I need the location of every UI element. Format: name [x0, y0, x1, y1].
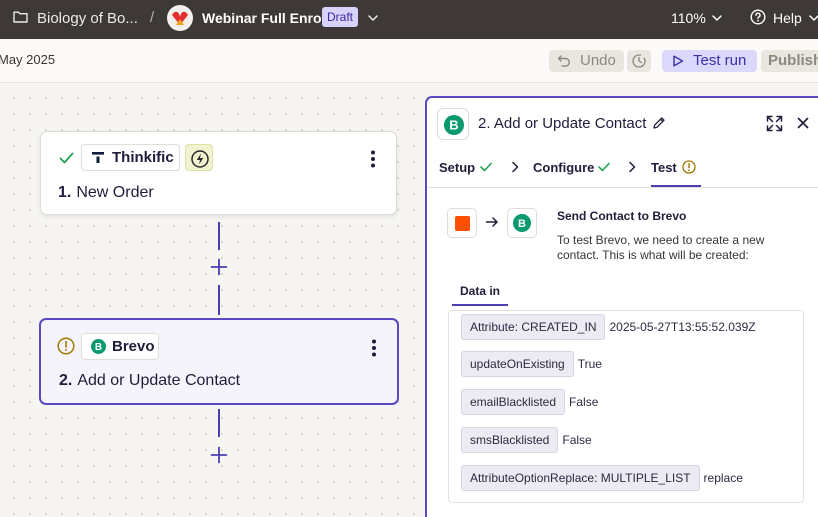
- data-row: emailBlacklisted False: [461, 389, 598, 415]
- check-icon: [59, 152, 74, 164]
- warning-icon: [682, 160, 696, 174]
- data-row: AttributeOptionReplace: MULTIPLE_LIST rep…: [461, 465, 743, 491]
- help-chevron-down-icon[interactable]: [808, 11, 818, 25]
- undo-button[interactable]: Undo: [549, 50, 624, 72]
- top-bar: Biology of Bo... / Webinar Full Enrol Dr…: [0, 0, 818, 39]
- flow-logo-icon: [167, 5, 193, 31]
- panel-title[interactable]: 2. Add or Update Contact: [478, 115, 646, 132]
- help-circle-icon[interactable]: [750, 9, 766, 25]
- last-edited-date: May 2025: [0, 52, 56, 67]
- step-card-action[interactable]: B Brevo 2. Add or Update Contact: [39, 318, 399, 405]
- field-key: smsBlacklisted: [461, 427, 559, 453]
- step-number: 2.: [59, 372, 73, 389]
- breadcrumb-separator: /: [150, 9, 155, 26]
- step-title: 2. Add or Update Contact: [59, 372, 240, 390]
- tab-configure[interactable]: Configure: [533, 160, 594, 175]
- editor-toolbar: May 2025 Undo Test run Publish: [0, 39, 818, 83]
- app-chip-thinkific: Thinkific: [81, 144, 180, 171]
- chevron-right-icon: [629, 161, 636, 173]
- zoom-level[interactable]: 110%: [671, 10, 706, 26]
- arrow-right-icon: [485, 217, 498, 227]
- tab-data-in[interactable]: Data in: [460, 284, 500, 298]
- close-icon[interactable]: [797, 117, 809, 129]
- connector-line: [218, 285, 220, 315]
- thinkific-icon: [92, 152, 104, 163]
- flow-name[interactable]: Webinar Full Enrol: [202, 10, 325, 26]
- test-heading: Send Contact to Brevo: [557, 209, 687, 223]
- folder-icon[interactable]: [13, 10, 28, 23]
- chevron-right-icon: [512, 161, 519, 173]
- check-icon: [480, 162, 492, 172]
- data-in-list[interactable]: Attribute: CREATED_IN 2025-05-27T13:55:52…: [448, 310, 804, 503]
- step-label: Add or Update Contact: [77, 372, 241, 389]
- panel-tabs: Setup Configure Test: [427, 150, 818, 188]
- warning-icon: [57, 337, 75, 355]
- svg-text:B: B: [449, 118, 458, 133]
- brevo-icon: B: [437, 108, 469, 140]
- field-value: False: [569, 395, 599, 409]
- lightning-bolt-icon: [191, 150, 209, 168]
- svg-text:B: B: [518, 218, 526, 230]
- app-chip-brevo: B Brevo: [81, 333, 159, 360]
- add-step-plus-icon[interactable]: [210, 446, 228, 464]
- brevo-icon: B: [91, 339, 106, 354]
- active-tab-indicator: [452, 304, 508, 306]
- data-row: smsBlacklisted False: [461, 427, 592, 453]
- step-label: New Order: [76, 184, 154, 201]
- version-history-button[interactable]: [627, 50, 651, 72]
- chevron-down-icon[interactable]: [366, 11, 380, 25]
- field-key: AttributeOptionReplace: MULTIPLE_LIST: [461, 465, 700, 491]
- field-value: replace: [703, 471, 743, 485]
- tab-test[interactable]: Test: [651, 160, 677, 175]
- field-key: Attribute: CREATED_IN: [461, 314, 606, 340]
- svg-text:B: B: [95, 342, 102, 353]
- check-icon: [598, 162, 610, 172]
- connector-line: [218, 222, 220, 250]
- app-name: Thinkific: [112, 149, 174, 166]
- pencil-icon[interactable]: [652, 116, 666, 130]
- data-row: updateOnExisting True: [461, 351, 602, 377]
- field-value: 2025-05-27T13:55:52.039Z: [609, 320, 756, 334]
- field-value: False: [562, 433, 592, 447]
- expand-icon[interactable]: [766, 115, 783, 132]
- step-detail-panel: B 2. Add or Update Contact Setup Configu…: [425, 96, 818, 517]
- zapier-app-icon: [447, 208, 477, 238]
- help-button[interactable]: Help: [773, 10, 802, 26]
- step-number: 1.: [58, 184, 72, 201]
- field-key: updateOnExisting: [461, 351, 574, 377]
- play-icon: [673, 55, 684, 67]
- step-card-trigger[interactable]: Thinkific 1. New Order: [40, 131, 397, 215]
- history-icon: [632, 54, 646, 68]
- more-options-icon[interactable]: [370, 150, 376, 168]
- step-title: 1. New Order: [58, 184, 154, 202]
- tab-setup[interactable]: Setup: [439, 160, 475, 175]
- data-row: Attribute: CREATED_IN 2025-05-27T13:55:52…: [461, 314, 756, 340]
- connector-line: [218, 409, 220, 437]
- app-name: Brevo: [112, 338, 155, 355]
- undo-label: Undo: [580, 52, 616, 69]
- field-key: emailBlacklisted: [461, 389, 566, 415]
- zoom-chevron-down-icon[interactable]: [711, 11, 723, 25]
- add-step-plus-icon[interactable]: [210, 258, 228, 276]
- publish-button[interactable]: Publish: [761, 50, 818, 72]
- breadcrumb-folder[interactable]: Biology of Bo...: [37, 10, 138, 27]
- test-run-button[interactable]: Test run: [662, 50, 757, 72]
- brevo-icon: B: [507, 208, 537, 238]
- test-description: To test Brevo, we need to create a new c…: [557, 233, 765, 262]
- more-options-icon[interactable]: [371, 339, 377, 357]
- active-tab-indicator: [651, 185, 701, 187]
- status-badge: Draft: [322, 7, 359, 27]
- field-value: True: [577, 357, 602, 371]
- test-run-label: Test run: [693, 52, 747, 69]
- trigger-badge: [185, 144, 213, 171]
- undo-icon: [557, 55, 570, 67]
